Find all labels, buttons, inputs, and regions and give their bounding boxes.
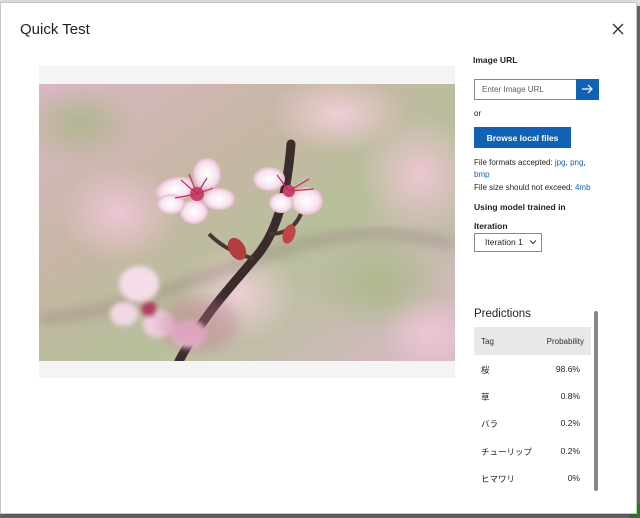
row-probability: 0.2%	[560, 445, 580, 456]
row-tag: 草	[481, 392, 490, 403]
table-row: ヒマワリ 0%	[474, 464, 591, 491]
model-trained-label: Using model trained in	[474, 202, 566, 212]
predictions-header-row: Tag Probability	[474, 327, 591, 355]
file-formats-prefix: File formats accepted:	[474, 158, 555, 167]
arrow-right-icon	[582, 84, 593, 94]
format-sep-2: ,	[583, 158, 586, 167]
row-probability: 98.6%	[555, 364, 580, 374]
test-image	[39, 84, 455, 361]
row-tag: 桜	[481, 365, 490, 375]
test-image-panel	[39, 66, 455, 378]
iteration-selected-value: Iteration 1	[485, 237, 523, 247]
row-tag: バラ	[481, 419, 499, 430]
file-size-prefix: File size should not exceed:	[474, 183, 575, 192]
image-url-label: Image URL	[473, 55, 518, 65]
browse-local-files-button[interactable]: Browse local files	[474, 127, 571, 148]
format-bmp-link[interactable]: bmp	[474, 170, 490, 179]
iteration-select[interactable]: Iteration 1	[474, 233, 542, 252]
row-probability: 0.2%	[560, 418, 580, 429]
close-icon	[612, 23, 624, 35]
iteration-label: Iteration	[474, 221, 508, 231]
quick-test-dialog: Quick Test Image URL Enter Image URL or …	[0, 2, 637, 514]
predictions-table: Tag Probability 桜 98.6% 草 0.8% バラ 0.2% チ…	[474, 327, 591, 491]
table-row: 桜 98.6%	[474, 355, 591, 382]
format-jpg-link[interactable]: jpg	[555, 158, 566, 167]
format-png-link[interactable]: png	[570, 158, 583, 167]
file-formats-text-line2: bmp	[474, 170, 490, 179]
dialog-title: Quick Test	[20, 21, 90, 38]
file-formats-text: File formats accepted: jpg, png,	[474, 158, 586, 167]
file-size-text: File size should not exceed: 4mb	[474, 183, 591, 192]
image-url-input[interactable]	[474, 79, 577, 100]
table-row: 草 0.8%	[474, 382, 591, 409]
file-size-value: 4mb	[574, 183, 591, 192]
or-text: or	[474, 109, 482, 118]
row-tag: ヒマワリ	[481, 473, 516, 484]
column-header-probability: Probability	[546, 337, 584, 346]
image-url-submit-button[interactable]	[576, 79, 599, 100]
row-tag: チューリップ	[481, 446, 533, 457]
table-row: バラ 0.2%	[474, 409, 591, 436]
chevron-down-icon	[529, 240, 537, 245]
row-probability: 0.8%	[560, 391, 580, 402]
row-probability: 0%	[567, 472, 580, 483]
column-header-tag: Tag	[481, 337, 494, 346]
close-button[interactable]	[607, 18, 629, 40]
predictions-title: Predictions	[474, 308, 531, 320]
table-row: チューリップ 0.2%	[474, 437, 591, 464]
predictions-scrollbar[interactable]	[594, 311, 598, 491]
